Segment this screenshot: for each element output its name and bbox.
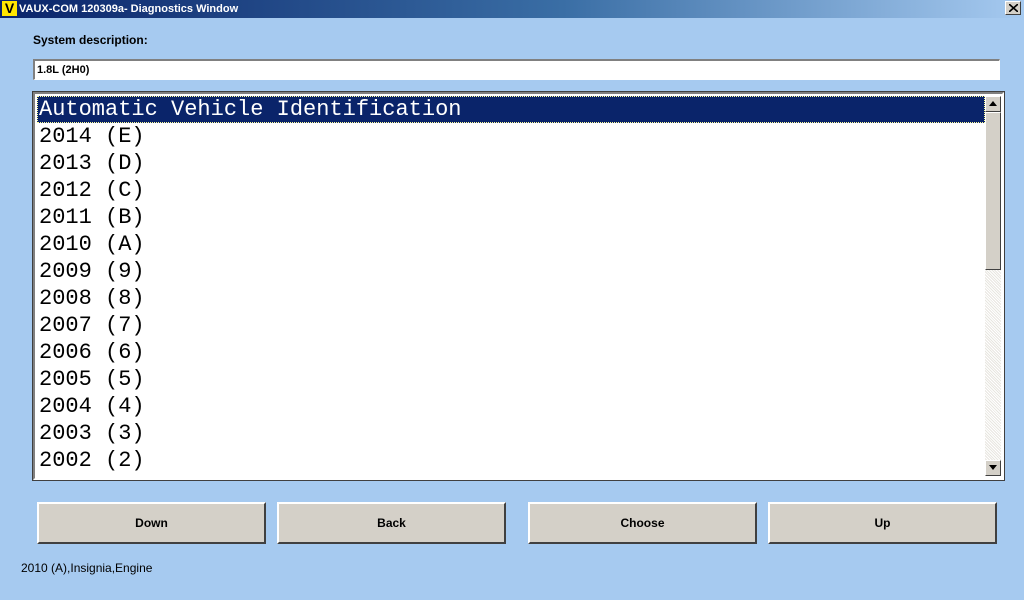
system-description-label: System description: [33, 33, 148, 47]
window-title: VAUX-COM 120309a- Diagnostics Window [19, 3, 239, 15]
list-item[interactable]: 2002 (2) [37, 447, 985, 474]
list-item[interactable]: 2008 (8) [37, 285, 985, 312]
vertical-scrollbar[interactable] [985, 96, 1001, 476]
choose-button[interactable]: Choose [528, 502, 757, 544]
list-item[interactable]: 2003 (3) [37, 420, 985, 447]
vehicle-list-box[interactable]: Automatic Vehicle Identification 2014 (E)… [32, 91, 1005, 481]
status-text: 2010 (A),Insignia,Engine [21, 561, 153, 575]
close-icon [1009, 4, 1018, 12]
list-item[interactable]: 2007 (7) [37, 312, 985, 339]
list-item[interactable]: 2010 (A) [37, 231, 985, 258]
list-item[interactable]: 2006 (6) [37, 339, 985, 366]
up-button[interactable]: Up [768, 502, 997, 544]
close-button[interactable] [1005, 1, 1021, 15]
list-item[interactable]: 2012 (C) [37, 177, 985, 204]
list-item[interactable]: 2009 (9) [37, 258, 985, 285]
scroll-thumb[interactable] [985, 112, 1001, 270]
list-item[interactable]: 2005 (5) [37, 366, 985, 393]
list-item[interactable]: 2011 (B) [37, 204, 985, 231]
down-button[interactable]: Down [37, 502, 266, 544]
list-item[interactable]: Automatic Vehicle Identification [37, 96, 985, 123]
back-button[interactable]: Back [277, 502, 506, 544]
list-item[interactable]: 2004 (4) [37, 393, 985, 420]
scroll-up-button[interactable] [985, 96, 1001, 112]
scroll-up-arrow-icon [989, 101, 997, 106]
scroll-down-button[interactable] [985, 460, 1001, 476]
app-logo-icon: V [2, 1, 17, 16]
list-item[interactable]: 2014 (E) [37, 123, 985, 150]
title-bar: V VAUX-COM 120309a- Diagnostics Window [0, 0, 1024, 18]
system-description-field[interactable]: 1.8L (2H0) [33, 59, 1000, 80]
vehicle-list[interactable]: Automatic Vehicle Identification 2014 (E)… [37, 96, 985, 476]
scroll-down-arrow-icon [989, 465, 997, 470]
list-item[interactable]: 2013 (D) [37, 150, 985, 177]
